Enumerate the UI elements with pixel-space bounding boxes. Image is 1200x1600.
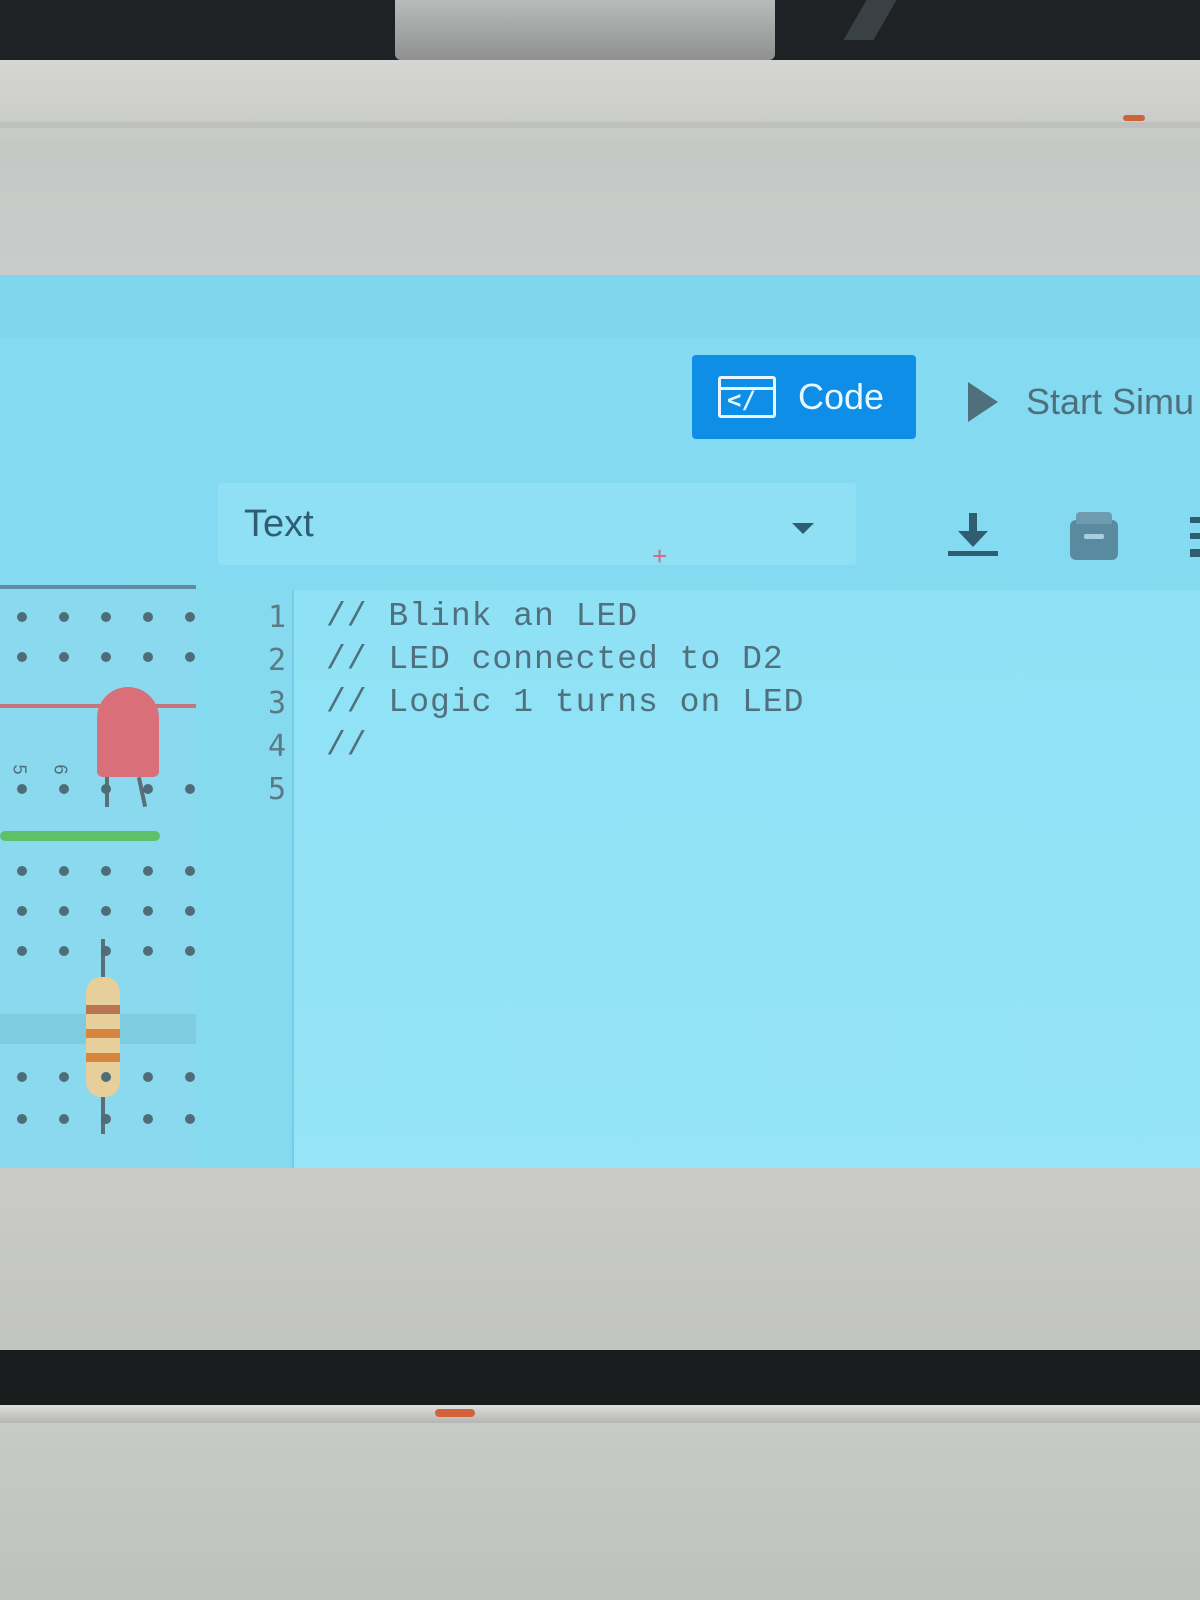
play-icon — [968, 382, 998, 422]
cursor-crosshair-icon: + — [652, 541, 668, 571]
breadboard-hole[interactable] — [185, 946, 195, 956]
line-number: 5 — [267, 772, 286, 807]
code-line[interactable]: // Blink an LED — [326, 598, 638, 635]
breadboard-hole[interactable] — [185, 866, 195, 876]
line-number: 1 — [267, 600, 286, 635]
line-number: 3 — [267, 686, 286, 721]
whiteboard-bottom — [0, 1168, 1200, 1350]
breadboard-hole[interactable] — [59, 1072, 69, 1082]
breadboard-hole[interactable] — [101, 652, 111, 662]
column-label: 6 — [50, 764, 71, 775]
projected-screen: </ Code Start Simu 5 6 Text + 1// Blink — [0, 275, 1200, 1168]
breadboard-hole[interactable] — [143, 906, 153, 916]
code-window-icon: </ — [718, 376, 776, 418]
breadboard-hole[interactable] — [185, 612, 195, 622]
breadboard-hole[interactable] — [59, 612, 69, 622]
green-wire[interactable] — [0, 831, 160, 841]
breadboard-hole[interactable] — [185, 906, 195, 916]
code-line[interactable]: // Logic 1 turns on LED — [326, 684, 804, 721]
code-mode-value: Text — [244, 502, 314, 545]
breadboard-hole[interactable] — [143, 652, 153, 662]
breadboard-hole[interactable] — [101, 784, 111, 794]
breadboard-hole[interactable] — [59, 1114, 69, 1124]
tray-rail — [0, 1405, 1200, 1423]
breadboard-hole[interactable] — [185, 784, 195, 794]
start-simulation-button[interactable]: Start Simu — [968, 381, 1194, 423]
whiteboard-ledge — [0, 122, 1200, 128]
breadboard-hole[interactable] — [185, 652, 195, 662]
breadboard-hole[interactable] — [17, 1114, 27, 1124]
marker-speck — [1123, 115, 1145, 121]
breadboard-hole[interactable] — [185, 1072, 195, 1082]
marker-speck — [435, 1409, 475, 1417]
breadboard-hole[interactable] — [17, 866, 27, 876]
resistor-band — [86, 1053, 120, 1062]
code-button[interactable]: </ Code — [692, 355, 916, 439]
breadboard-hole[interactable] — [185, 1114, 195, 1124]
breadboard-hole[interactable] — [17, 784, 27, 794]
breadboard-hole[interactable] — [59, 652, 69, 662]
left-panel-top — [0, 447, 200, 582]
breadboard-hole[interactable] — [143, 612, 153, 622]
code-button-label: Code — [798, 376, 885, 417]
breadboard-hole[interactable] — [143, 1114, 153, 1124]
breadboard-hole[interactable] — [17, 1072, 27, 1082]
breadboard-hole[interactable] — [59, 946, 69, 956]
breadboard-hole[interactable] — [143, 1072, 153, 1082]
breadboard-hole[interactable] — [101, 612, 111, 622]
resistor-band — [86, 1029, 120, 1038]
breadboard-hole[interactable] — [101, 906, 111, 916]
breadboard-hole[interactable] — [101, 1072, 111, 1082]
column-label: 5 — [9, 764, 30, 775]
breadboard-hole[interactable] — [143, 866, 153, 876]
start-simulation-label: Start Simu — [1026, 381, 1195, 422]
code-line[interactable]: // LED connected to D2 — [326, 641, 784, 678]
line-number: 4 — [267, 729, 286, 764]
caret-down-icon[interactable] — [792, 523, 814, 534]
glint — [843, 0, 897, 40]
breadboard-hole[interactable] — [143, 946, 153, 956]
download-icon[interactable] — [948, 513, 998, 559]
wall — [0, 1423, 1200, 1600]
whiteboard-top — [0, 60, 1200, 275]
upload-box-icon[interactable] — [1070, 512, 1118, 560]
breadboard-hole[interactable] — [17, 906, 27, 916]
code-mode-select[interactable]: Text — [218, 483, 856, 565]
breadboard-hole[interactable] — [17, 612, 27, 622]
resistor-lead — [101, 939, 105, 979]
more-icon[interactable] — [1190, 517, 1200, 557]
marker-tray — [0, 1350, 1200, 1410]
ceiling-strip — [0, 0, 1200, 62]
breadboard-hole[interactable] — [101, 1114, 111, 1124]
breadboard-hole[interactable] — [59, 784, 69, 794]
breadboard-hole[interactable] — [143, 784, 153, 794]
resistor-band — [86, 1005, 120, 1014]
breadboard-hole[interactable] — [17, 652, 27, 662]
breadboard-hole[interactable] — [59, 906, 69, 916]
breadboard-hole[interactable] — [59, 866, 69, 876]
led-component[interactable] — [97, 687, 159, 777]
breadboard-hole[interactable] — [101, 946, 111, 956]
app-header-band — [0, 275, 1200, 337]
breadboard-hole[interactable] — [17, 946, 27, 956]
breadboard[interactable]: 5 6 — [0, 585, 196, 1168]
code-line[interactable]: // — [326, 727, 368, 764]
breadboard-hole[interactable] — [101, 866, 111, 876]
projector-mount — [395, 0, 775, 60]
line-number: 2 — [267, 643, 286, 678]
